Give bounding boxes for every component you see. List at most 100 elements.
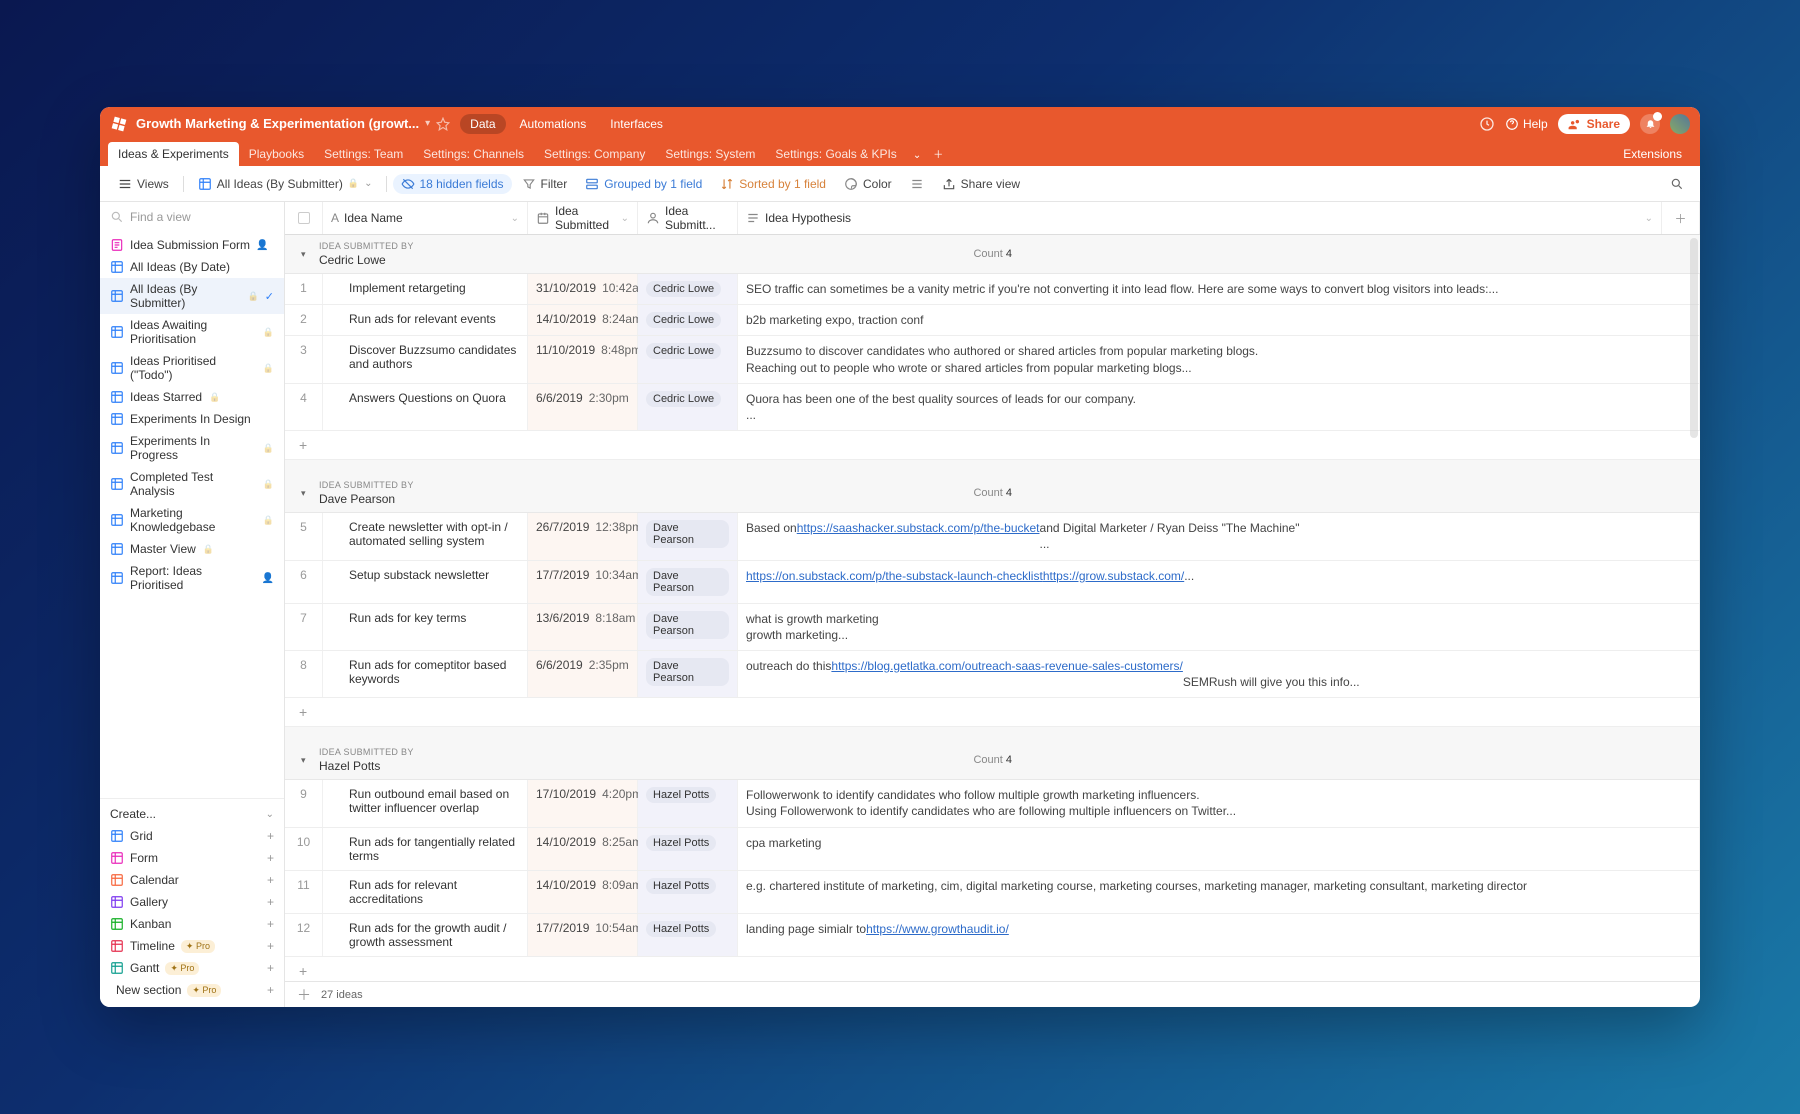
cell-date[interactable]: 14/10/20198:24am <box>528 305 638 335</box>
cell-date[interactable]: 26/7/201912:38pm <box>528 513 638 559</box>
create-section[interactable]: Create...⌄ <box>100 798 284 823</box>
cell-date[interactable]: 14/10/20198:09am <box>528 871 638 913</box>
create-type-kanban[interactable]: Kanban+ <box>100 913 284 935</box>
cell-submitter[interactable]: Hazel Potts <box>638 914 738 956</box>
table-row[interactable]: 11Run ads for relevant accreditations14/… <box>285 871 1700 914</box>
tab-ideas-experiments[interactable]: Ideas & Experiments <box>108 142 239 166</box>
history-icon[interactable] <box>1479 116 1495 132</box>
table-row[interactable]: 7Run ads for key terms13/6/20198:18amDav… <box>285 604 1700 651</box>
cell-idea-name[interactable]: Run ads for relevant accreditations <box>323 871 528 913</box>
cell-hypothesis[interactable]: https://on.substack.com/p/the-substack-l… <box>738 561 1700 603</box>
cell-submitter[interactable]: Dave Pearson <box>638 561 738 603</box>
cell-submitter[interactable]: Dave Pearson <box>638 604 738 650</box>
tab-settings-company[interactable]: Settings: Company <box>534 142 655 166</box>
cell-submitter[interactable]: Cedric Lowe <box>638 305 738 335</box>
nav-data[interactable]: Data <box>460 114 505 134</box>
cell-idea-name[interactable]: Run ads for relevant events <box>323 305 528 335</box>
create-type-gantt[interactable]: Gantt✦ Pro+ <box>100 957 284 979</box>
group-header[interactable]: ▾IDEA SUBMITTED BYDave PearsonCount 4 <box>285 474 1700 513</box>
hidden-fields-button[interactable]: 18 hidden fields <box>393 174 511 194</box>
cell-idea-name[interactable]: Implement retargeting <box>323 274 528 304</box>
create-type-new-section[interactable]: New section✦ Pro+ <box>100 979 284 1001</box>
add-column-button[interactable]: ＋ <box>1662 202 1700 234</box>
column-idea-submitted[interactable]: Idea Submitted⌄ <box>528 202 638 234</box>
sidebar-view-item[interactable]: Ideas Starred🔒 <box>100 386 284 408</box>
table-row[interactable]: 4Answers Questions on Quora6/6/20192:30p… <box>285 384 1700 431</box>
filter-button[interactable]: Filter <box>514 173 576 195</box>
cell-hypothesis[interactable]: landing page simialr to https://www.grow… <box>738 914 1700 956</box>
cell-date[interactable]: 14/10/20198:25am <box>528 828 638 870</box>
cell-idea-name[interactable]: Create newsletter with opt-in / automate… <box>323 513 528 559</box>
share-button[interactable]: Share <box>1558 114 1630 134</box>
sidebar-view-item[interactable]: Experiments In Design <box>100 408 284 430</box>
tab-settings-channels[interactable]: Settings: Channels <box>413 142 534 166</box>
star-icon[interactable] <box>436 117 450 131</box>
cell-idea-name[interactable]: Answers Questions on Quora <box>323 384 528 430</box>
user-avatar[interactable] <box>1670 114 1690 134</box>
cell-hypothesis[interactable]: Followerwonk to identify candidates who … <box>738 780 1700 826</box>
views-toggle[interactable]: Views <box>110 173 177 195</box>
collapse-icon[interactable]: ▾ <box>301 488 313 499</box>
select-all-checkbox[interactable] <box>285 202 323 234</box>
cell-hypothesis[interactable]: Buzzsumo to discover candidates who auth… <box>738 336 1700 382</box>
sidebar-view-item[interactable]: Completed Test Analysis🔒 <box>100 466 284 502</box>
cell-idea-name[interactable]: Run ads for tangentially related terms <box>323 828 528 870</box>
add-record-button[interactable]: ＋ <box>297 985 311 1005</box>
cell-date[interactable]: 11/10/20198:48pm <box>528 336 638 382</box>
base-title[interactable]: Growth Marketing & Experimentation (grow… <box>136 116 419 131</box>
cell-submitter[interactable]: Dave Pearson <box>638 513 738 559</box>
collapse-icon[interactable]: ▾ <box>301 755 313 766</box>
tab-settings-system[interactable]: Settings: System <box>655 142 765 166</box>
nav-interfaces[interactable]: Interfaces <box>600 114 673 134</box>
cell-idea-name[interactable]: Setup substack newsletter <box>323 561 528 603</box>
tab-settings-team[interactable]: Settings: Team <box>314 142 413 166</box>
column-idea-submitter[interactable]: Idea Submitt... <box>638 202 738 234</box>
tabs-chevron-down-icon[interactable]: ⌄ <box>907 145 927 166</box>
sort-button[interactable]: Sorted by 1 field <box>712 173 834 195</box>
tab-playbooks[interactable]: Playbooks <box>239 142 314 166</box>
sidebar-view-item[interactable]: Marketing Knowledgebase🔒 <box>100 502 284 538</box>
table-row[interactable]: 9Run outbound email based on twitter inf… <box>285 780 1700 827</box>
sidebar-view-item[interactable]: All Ideas (By Date) <box>100 256 284 278</box>
chevron-down-icon[interactable]: ▾ <box>425 118 430 129</box>
extensions-button[interactable]: Extensions <box>1613 142 1692 166</box>
cell-hypothesis[interactable]: cpa marketing <box>738 828 1700 870</box>
cell-idea-name[interactable]: Run outbound email based on twitter infl… <box>323 780 528 826</box>
find-view-input[interactable]: Find a view <box>100 202 284 232</box>
add-table-icon[interactable]: ＋ <box>927 141 949 166</box>
sidebar-view-item[interactable]: Report: Ideas Prioritised👤 <box>100 560 284 596</box>
tab-settings-goals[interactable]: Settings: Goals & KPIs <box>765 142 906 166</box>
help-button[interactable]: Help <box>1505 117 1548 131</box>
notification-icon[interactable] <box>1640 114 1660 134</box>
share-view-button[interactable]: Share view <box>934 173 1028 195</box>
cell-hypothesis[interactable]: e.g. chartered institute of marketing, c… <box>738 871 1700 913</box>
cell-hypothesis[interactable]: outreach do this https://blog.getlatka.c… <box>738 651 1700 697</box>
table-row[interactable]: 3Discover Buzzsumo candidates and author… <box>285 336 1700 383</box>
add-row-button[interactable]: + <box>285 431 1700 460</box>
collapse-icon[interactable]: ▾ <box>301 249 313 260</box>
cell-date[interactable]: 13/6/20198:18am <box>528 604 638 650</box>
cell-submitter[interactable]: Dave Pearson <box>638 651 738 697</box>
create-type-grid[interactable]: Grid+ <box>100 825 284 847</box>
cell-date[interactable]: 17/7/201910:54am <box>528 914 638 956</box>
column-idea-hypothesis[interactable]: Idea Hypothesis⌄ <box>738 202 1662 234</box>
cell-idea-name[interactable]: Discover Buzzsumo candidates and authors <box>323 336 528 382</box>
cell-date[interactable]: 17/7/201910:34am <box>528 561 638 603</box>
cell-submitter[interactable]: Hazel Potts <box>638 871 738 913</box>
sidebar-view-item[interactable]: Ideas Awaiting Prioritisation🔒 <box>100 314 284 350</box>
table-row[interactable]: 8Run ads for comeptitor based keywords6/… <box>285 651 1700 698</box>
cell-submitter[interactable]: Cedric Lowe <box>638 336 738 382</box>
sidebar-view-item[interactable]: Experiments In Progress🔒 <box>100 430 284 466</box>
cell-hypothesis[interactable]: b2b marketing expo, traction conf <box>738 305 1700 335</box>
table-row[interactable]: 6Setup substack newsletter17/7/201910:34… <box>285 561 1700 604</box>
sidebar-view-item[interactable]: All Ideas (By Submitter)🔒✓ <box>100 278 284 314</box>
cell-idea-name[interactable]: Run ads for key terms <box>323 604 528 650</box>
cell-hypothesis[interactable]: SEO traffic can sometimes be a vanity me… <box>738 274 1700 304</box>
create-type-form[interactable]: Form+ <box>100 847 284 869</box>
cell-hypothesis[interactable]: Quora has been one of the best quality s… <box>738 384 1700 430</box>
cell-idea-name[interactable]: Run ads for comeptitor based keywords <box>323 651 528 697</box>
table-row[interactable]: 12Run ads for the growth audit / growth … <box>285 914 1700 957</box>
cell-submitter[interactable]: Cedric Lowe <box>638 384 738 430</box>
cell-submitter[interactable]: Hazel Potts <box>638 828 738 870</box>
nav-automations[interactable]: Automations <box>510 114 597 134</box>
